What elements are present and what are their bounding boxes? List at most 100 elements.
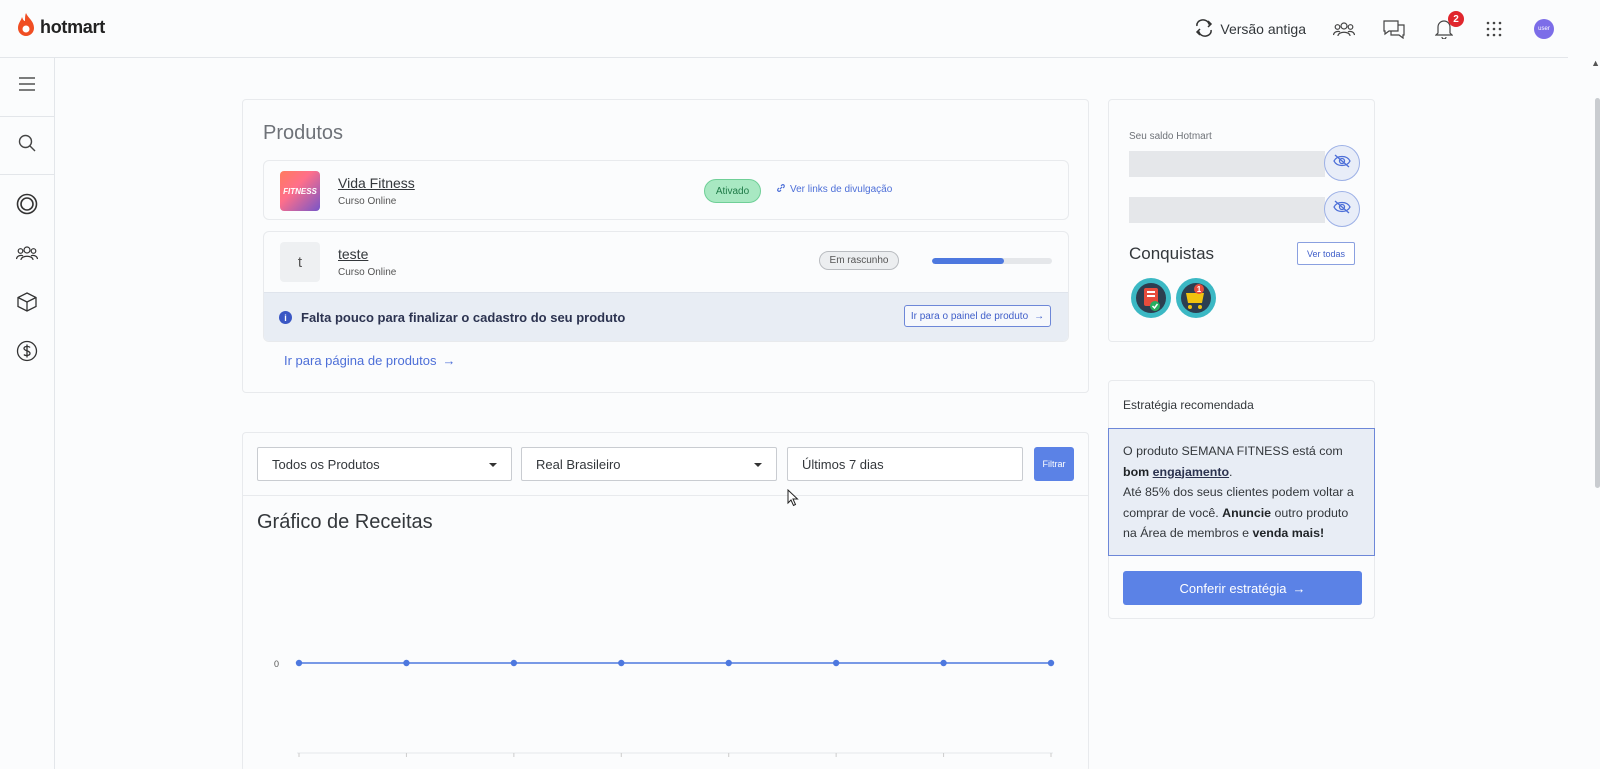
strategy-text: O produto SEMANA FITNESS está com [1123,444,1343,458]
product-panel-button-label: Ir para o painel de produto [910,310,1029,322]
achievements-title: Conquistas [1129,244,1215,263]
sidebar-item-affiliates[interactable] [0,233,54,277]
strategy-bold: Anuncie [1222,505,1272,520]
data-point[interactable] [510,659,518,667]
page-scrollbar[interactable]: ▲ [1568,58,1600,769]
strategy-bold: bom [1123,464,1153,479]
see-all-achievements-button[interactable]: Ver todas [1297,242,1355,265]
arrow-right-icon: → [1034,310,1045,322]
community-icon[interactable] [1332,17,1356,41]
affiliate-links-link[interactable]: Ver links de divulgação [776,183,892,196]
arrow-right-icon: → [442,353,456,368]
incomplete-product-notice: i Falta pouco para finalizar o cadastro … [264,292,1068,341]
filter-button[interactable]: Filtrar [1034,447,1074,481]
product-name-link[interactable]: Vida Fitness [338,175,415,191]
users-icon [15,245,39,266]
sidebar-item-search[interactable] [0,123,54,167]
chat-icon[interactable] [1382,17,1406,41]
top-bar: hotmart Versão antiga 2 user [0,0,1568,58]
avatar-text: user [1534,19,1554,39]
notice-text: Falta pouco para finalizar o cadastro do… [301,310,626,325]
product-row: t teste Curso Online Em rascunho i Falta… [263,231,1069,342]
info-icon: i [279,311,292,324]
filter-divider [243,495,1088,496]
scroll-thumb[interactable] [1595,98,1600,488]
period-input[interactable]: Últimos 7 dias [787,447,1023,481]
data-point[interactable] [940,659,947,667]
product-thumbnail[interactable]: t [280,242,320,282]
old-version-button[interactable]: Versão antiga [1194,18,1306,40]
balance-hidden-bar [1129,197,1325,223]
brand-name: hotmart [40,17,105,37]
toggle-balance-visibility-button[interactable] [1324,145,1360,181]
sidebar-item-products[interactable] [0,282,54,326]
strategy-text: . [1229,464,1233,479]
sidebar-divider [0,116,54,117]
product-type: Curso Online [338,196,397,207]
eye-off-icon [1333,200,1351,219]
chart-title: Gráfico de Receitas [257,511,433,533]
affiliate-links-label: Ver links de divulgação [790,184,893,195]
notifications-bell-icon[interactable]: 2 [1432,11,1464,41]
sidebar [0,58,55,769]
product-row: FITNESS Vida Fitness Curso Online Ativad… [263,160,1069,220]
achievement-badge-icon[interactable]: 1 [1175,277,1217,319]
sidebar-divider [0,174,54,175]
progress-fill [932,258,1004,264]
status-badge-active: Ativado [704,179,761,203]
check-strategy-button[interactable]: Conferir estratégia → [1123,571,1362,605]
currency-select[interactable]: Real Brasileiro [521,447,777,481]
flame-icon [16,12,36,43]
data-point[interactable] [832,659,840,667]
data-point[interactable] [1047,659,1055,667]
mouse-cursor-icon [787,488,799,512]
currency-select-value: Real Brasileiro [536,456,621,472]
target-icon [16,193,38,220]
revenue-chart: 0 [274,659,1055,757]
data-point[interactable] [403,659,410,667]
sidebar-item-dashboard[interactable] [0,184,54,228]
product-select[interactable]: Todos os Produtos [257,447,512,481]
status-badge-draft: Em rascunho [819,251,899,270]
toggle-balance-visibility-button[interactable] [1324,191,1360,227]
product-panel-button[interactable]: Ir para o painel de produto → [904,305,1051,327]
eye-off-icon [1333,154,1351,173]
strategy-title: Estratégia recomendada [1123,398,1254,412]
revenue-card: Todos os Produtos Real Brasileiro Último… [242,432,1089,769]
y-tick-label: 0 [274,659,279,669]
dollar-icon [16,340,38,367]
arrow-right-icon: → [1292,580,1306,596]
notifications-badge: 2 [1448,11,1464,27]
apps-grid-icon[interactable] [1482,17,1506,41]
strategy-card: Estratégia recomendada O produto SEMANA … [1108,380,1375,619]
scroll-up-icon[interactable]: ▲ [1591,58,1600,68]
product-select-value: Todos os Produtos [272,456,380,472]
box-icon [17,291,37,317]
strategy-engagement-link[interactable]: engajamento [1153,465,1229,479]
data-point[interactable] [295,659,303,667]
user-avatar[interactable]: user [1532,17,1556,41]
hotmart-logo[interactable]: hotmart [16,12,105,43]
old-version-label: Versão antiga [1220,21,1306,37]
svg-text:1: 1 [1197,285,1202,294]
products-page-link[interactable]: Ir para página de produtos → [284,353,456,368]
sidebar-item-finance[interactable] [0,331,54,375]
menu-icon [18,76,36,96]
data-point[interactable] [618,659,625,667]
link-icon [776,183,786,196]
data-point[interactable] [725,659,732,667]
achievement-badge-icon[interactable] [1130,277,1172,319]
balance-label: Seu saldo Hotmart [1129,131,1212,142]
balance-hidden-bar [1129,151,1325,177]
product-name-link[interactable]: teste [338,246,368,262]
caret-down-icon [489,463,497,467]
product-completion-progress [932,258,1052,264]
products-title: Produtos [263,122,344,144]
product-thumbnail[interactable]: FITNESS [280,171,320,211]
strategy-recommendation-text: O produto SEMANA FITNESS está com bom en… [1108,428,1375,556]
sidebar-menu-toggle[interactable] [0,64,54,108]
strategy-bold: venda mais! [1252,526,1325,540]
search-icon [18,134,36,157]
swap-icon [1194,18,1214,40]
caret-down-icon [754,463,762,467]
